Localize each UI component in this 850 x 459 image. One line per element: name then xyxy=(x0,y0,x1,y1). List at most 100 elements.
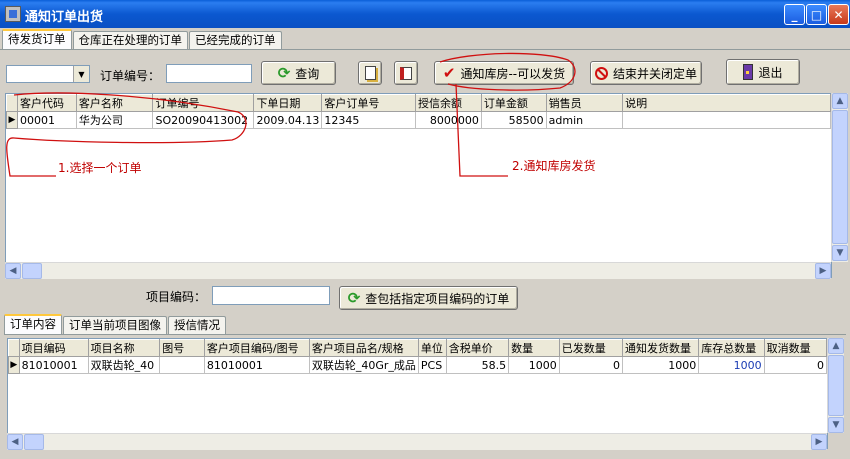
tab-order-content[interactable]: 订单内容 xyxy=(4,314,62,335)
annotation-step2: 2.通知库房发货 xyxy=(508,154,658,194)
cell-customer-item-code[interactable]: 81010001 xyxy=(203,356,310,374)
scroll-right-icon[interactable]: ▶ xyxy=(811,434,827,450)
scroll-thumb[interactable] xyxy=(828,355,844,416)
notify-warehouse-button[interactable]: ✔ 通知库房--可以发货 xyxy=(434,61,574,85)
col-header[interactable]: 订单金额 xyxy=(480,94,547,112)
cell-unit-price[interactable]: 58.5 xyxy=(445,356,510,374)
scroll-right-icon[interactable]: ▶ xyxy=(815,263,831,279)
close-order-button[interactable]: 结束并关闭定单 xyxy=(590,61,702,85)
cell-item-code[interactable]: 81010001 xyxy=(18,356,89,374)
exit-button[interactable]: 退出 xyxy=(726,59,800,85)
cell-customer-order-no[interactable]: 12345 xyxy=(321,111,416,129)
details-table: 项目编码 项目名称 图号 客户项目编码/图号 客户项目品名/规格 单位 含税单价… xyxy=(8,339,827,374)
tab-pending-orders[interactable]: 待发货订单 xyxy=(2,29,72,50)
col-header[interactable]: 已发数量 xyxy=(558,339,623,357)
cell-item-name[interactable]: 双联齿轮_40 xyxy=(87,356,161,374)
table-row[interactable]: ▶ 00001 华为公司 SO20090413002 2009.04.13 12… xyxy=(6,111,831,129)
tab-completed-orders[interactable]: 已经完成的订单 xyxy=(189,31,282,50)
col-header[interactable]: 下单日期 xyxy=(253,94,323,112)
row-header-corner xyxy=(6,94,18,112)
tab-item-image[interactable]: 订单当前项目图像 xyxy=(63,316,167,335)
table-row[interactable]: ▶ 81010001 双联齿轮_40 81010001 双联齿轮_40Gr_成品… xyxy=(8,356,827,374)
tab-credit-info[interactable]: 授信情况 xyxy=(168,316,226,335)
cell-order-no[interactable]: SO20090413002 xyxy=(152,111,255,129)
col-header[interactable]: 客户项目编码/图号 xyxy=(203,339,310,357)
exit-label: 退出 xyxy=(758,65,783,80)
orders-vertical-scrollbar[interactable]: ▲ ▼ xyxy=(831,93,848,262)
cell-quantity[interactable]: 1000 xyxy=(508,356,560,374)
scroll-thumb[interactable] xyxy=(832,110,848,244)
cell-order-amount[interactable]: 58500 xyxy=(480,111,547,129)
col-header[interactable]: 项目编码 xyxy=(18,339,89,357)
col-header[interactable]: 客户项目品名/规格 xyxy=(308,339,419,357)
scroll-left-icon[interactable]: ◀ xyxy=(7,434,23,450)
col-header[interactable]: 客户订单号 xyxy=(321,94,416,112)
col-header[interactable]: 含税单价 xyxy=(445,339,510,357)
orders-header-row: 客户代码 客户名称 订单编号 下单日期 客户订单号 授信余额 订单金额 销售员 … xyxy=(6,94,831,112)
scroll-thumb[interactable] xyxy=(22,263,42,279)
cell-notified-qty[interactable]: 1000 xyxy=(621,356,700,374)
export-button[interactable] xyxy=(394,61,418,85)
col-header[interactable]: 销售员 xyxy=(545,94,624,112)
title-bar: 通知订单出货 _ □ ✕ xyxy=(0,0,850,28)
col-header[interactable]: 授信余额 xyxy=(415,94,482,112)
details-header-row: 项目编码 项目名称 图号 客户项目编码/图号 客户项目品名/规格 单位 含税单价… xyxy=(8,339,827,357)
col-header[interactable]: 数量 xyxy=(508,339,560,357)
cell-unit[interactable]: PCS xyxy=(417,356,447,374)
cell-credit-balance[interactable]: 8000000 xyxy=(415,111,482,129)
cell-salesperson[interactable]: admin xyxy=(545,111,624,129)
col-header[interactable]: 库存总数量 xyxy=(698,339,765,357)
order-no-input[interactable] xyxy=(166,64,252,83)
col-header[interactable]: 单位 xyxy=(417,339,447,357)
minimize-button[interactable]: _ xyxy=(784,4,805,25)
query-button[interactable]: ⟳ 查询 xyxy=(261,61,336,85)
notify-warehouse-label: 通知库房--可以发货 xyxy=(460,66,566,81)
cell-customer-name[interactable]: 华为公司 xyxy=(75,111,154,129)
cell-order-date[interactable]: 2009.04.13 xyxy=(253,111,323,129)
item-code-label: 项目编码： xyxy=(146,290,207,304)
door-exit-icon xyxy=(743,64,754,80)
chevron-down-icon[interactable]: ▼ xyxy=(73,66,89,82)
cell-drawing-no[interactable] xyxy=(159,356,205,374)
col-header[interactable]: 客户名称 xyxy=(75,94,154,112)
details-vertical-scrollbar[interactable]: ▲ ▼ xyxy=(827,338,844,433)
document-icon xyxy=(364,66,376,80)
col-header[interactable]: 取消数量 xyxy=(763,339,827,357)
cell-customer-code[interactable]: 00001 xyxy=(16,111,77,129)
scroll-up-icon[interactable]: ▲ xyxy=(832,93,848,109)
query-button-label: 查询 xyxy=(295,66,320,81)
cell-shipped-qty[interactable]: 0 xyxy=(558,356,623,374)
item-code-input[interactable] xyxy=(212,286,330,305)
close-button[interactable]: ✕ xyxy=(828,4,849,25)
scroll-down-icon[interactable]: ▼ xyxy=(832,245,848,261)
col-header[interactable]: 订单编号 xyxy=(152,94,255,112)
filter-dropdown[interactable]: ▼ xyxy=(6,65,90,83)
current-row-pointer-icon: ▶ xyxy=(6,111,18,129)
close-order-label: 结束并关闭定单 xyxy=(612,66,697,81)
scroll-left-icon[interactable]: ◀ xyxy=(5,263,21,279)
search-by-item-button[interactable]: ⟳ 查包括指定项目编码的订单 xyxy=(339,286,518,310)
tab-divider xyxy=(0,49,850,50)
current-row-pointer-icon: ▶ xyxy=(8,356,20,374)
scroll-up-icon[interactable]: ▲ xyxy=(828,338,844,354)
col-header[interactable]: 图号 xyxy=(159,339,205,357)
cell-remark[interactable] xyxy=(622,111,831,129)
col-header[interactable]: 客户代码 xyxy=(16,94,77,112)
tab-processing-orders[interactable]: 仓库正在处理的订单 xyxy=(72,31,188,50)
details-horizontal-scrollbar[interactable]: ◀ ▶ xyxy=(7,433,827,450)
orders-horizontal-scrollbar[interactable]: ◀ ▶ xyxy=(5,262,831,279)
order-no-label: 订单编号： xyxy=(100,69,161,83)
scroll-down-icon[interactable]: ▼ xyxy=(828,417,844,433)
detail-tab-divider xyxy=(4,334,846,335)
scroll-thumb[interactable] xyxy=(24,434,44,450)
col-header[interactable]: 项目名称 xyxy=(87,339,161,357)
print-preview-button[interactable] xyxy=(358,61,382,85)
app-icon xyxy=(5,6,21,22)
col-header[interactable]: 通知发货数量 xyxy=(621,339,700,357)
maximize-button[interactable]: □ xyxy=(806,4,827,25)
export-icon xyxy=(400,66,412,80)
cell-customer-item-spec[interactable]: 双联齿轮_40Gr_成品 xyxy=(308,356,419,374)
col-header[interactable]: 说明 xyxy=(622,94,831,112)
cell-stock-qty[interactable]: 1000 xyxy=(698,356,765,374)
cell-cancelled-qty[interactable]: 0 xyxy=(763,356,827,374)
